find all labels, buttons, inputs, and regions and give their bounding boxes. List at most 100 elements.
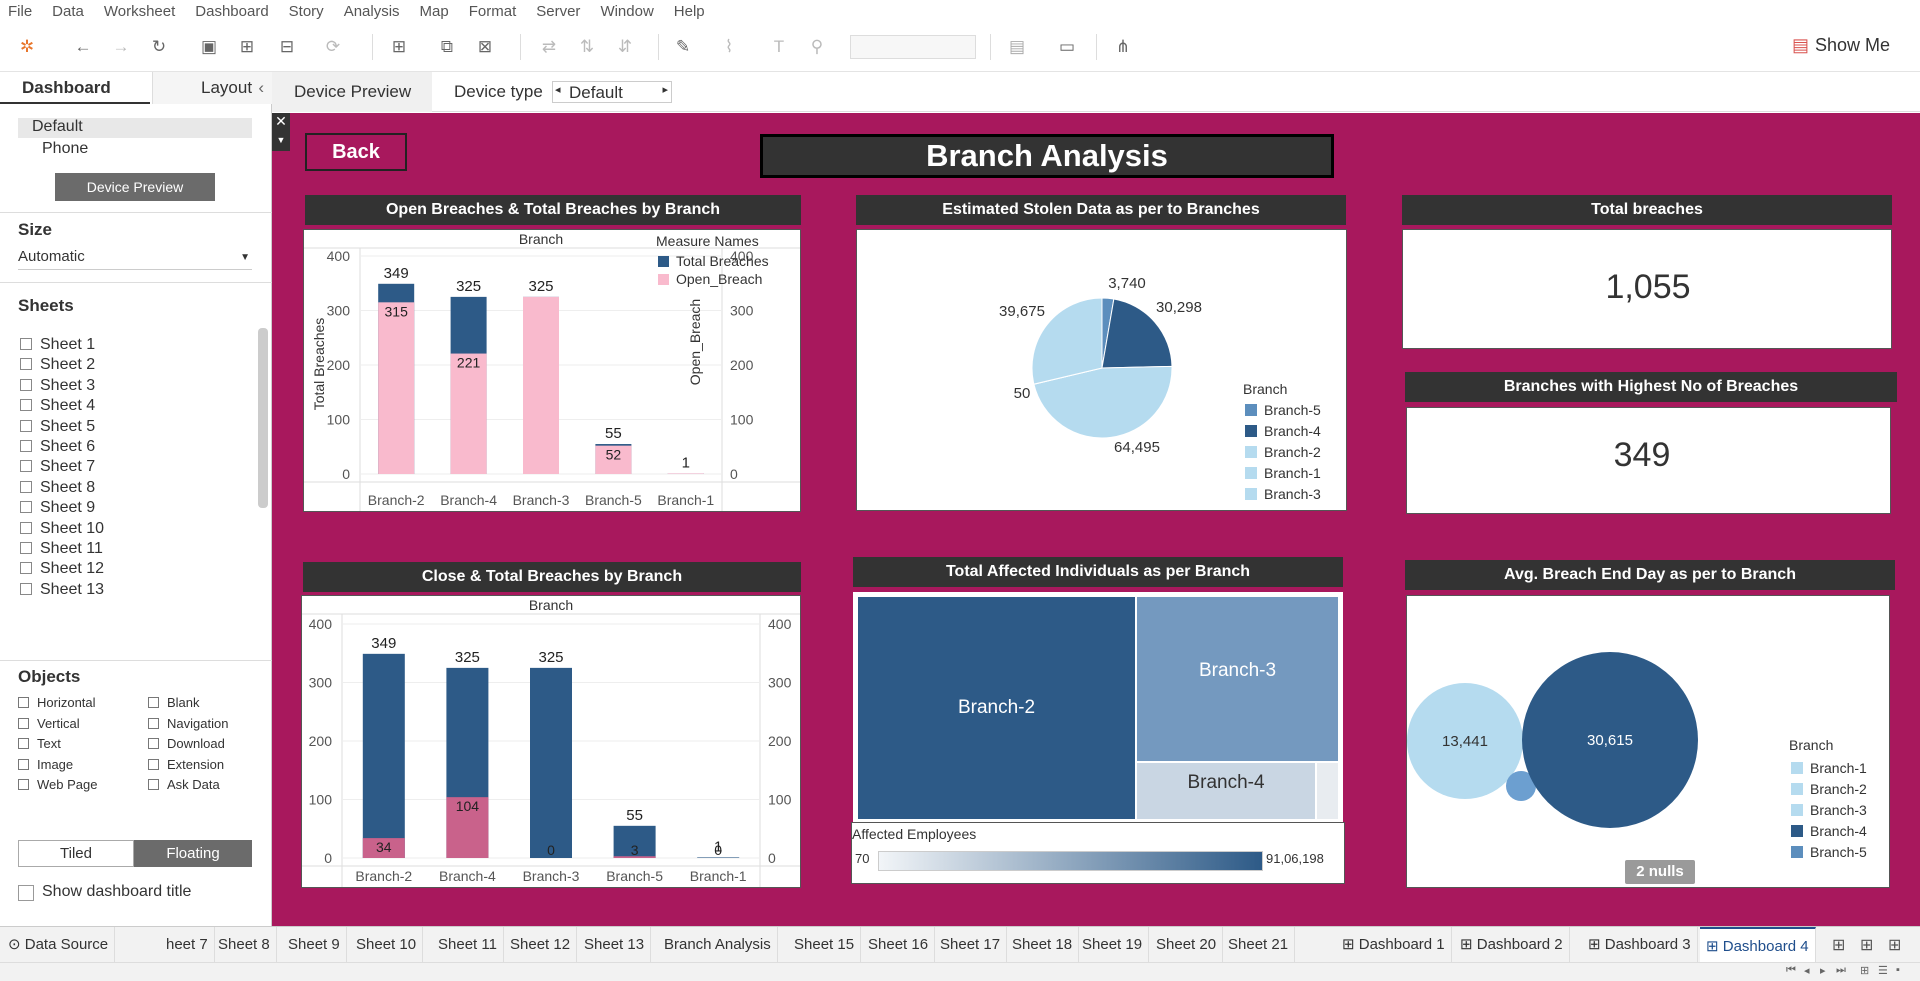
sheet-tab[interactable]: Sheet 12 [504,927,578,963]
back-button[interactable]: Back [305,133,407,171]
grid-view-icon[interactable]: ⊞ [1860,964,1869,977]
sheet-tab[interactable]: Sheet 20 [1150,927,1224,963]
object-item[interactable]: Vertical [18,716,80,731]
sheet-tab[interactable]: ⊞ Dashboard 3 [1582,927,1698,963]
object-item[interactable]: Ask Data [148,777,220,792]
sheet-tab[interactable]: Sheet 8 [212,927,277,963]
show-title-checkbox[interactable] [18,885,34,901]
sheet-tab[interactable]: ⊞ Dashboard 4 [1700,927,1816,963]
nulls-badge[interactable]: 2 nulls [1625,860,1695,884]
label-icon[interactable]: T [768,36,790,58]
menu-item[interactable]: Format [469,3,517,20]
filmstrip-icon[interactable]: ▪ [1896,964,1900,976]
sheet-tab[interactable]: Sheet 21 [1222,927,1296,963]
avg-breach-end-bubble-chart[interactable]: 13,441 30,615 Branch Branch-1 Branch-2 Branch… [1406,595,1890,888]
sheet-item[interactable]: Sheet 6 [20,438,95,456]
menu-item[interactable]: Worksheet [104,3,175,20]
close-icon[interactable]: ✕ ▼ [272,113,290,151]
sort-asc-icon[interactable]: ⇅ [576,36,598,58]
stolen-data-pie-chart[interactable]: 3,740 30,298 64,495 50 39,675 Branch Branch-5 B… [856,229,1347,511]
sheet-tab[interactable]: Sheet 17 [934,927,1008,963]
new-worksheet-tab-icon[interactable]: ⊞ [1832,935,1845,955]
sheet-item[interactable]: Sheet 1 [20,336,95,354]
close-total-breaches-chart[interactable]: Branch 400 400 300 300 200 200 100 100 0 0 349 34 Bra… [301,595,801,888]
device-default[interactable]: Default [18,118,252,138]
undo-icon[interactable]: ← [72,36,94,58]
device-preview-button[interactable]: Device Preview [55,173,215,201]
presentation-icon[interactable]: ▭ [1056,36,1078,58]
object-item[interactable]: Web Page [18,777,97,792]
sheet-item[interactable]: Sheet 7 [20,458,95,476]
menu-item[interactable]: Help [674,3,705,20]
sheet-tab[interactable]: Sheet 16 [862,927,936,963]
menu-item[interactable]: Map [420,3,449,20]
treemap-cell[interactable]: Branch-4 [1137,763,1315,819]
sheet-tab[interactable]: Sheet 18 [1006,927,1080,963]
pause-update-icon[interactable]: ⊟ [276,36,298,58]
nav-next-icon[interactable]: ▸ [1820,964,1826,977]
new-dashboard-tab-icon[interactable]: ⊞ [1860,935,1873,955]
treemap-cell[interactable]: Branch-3 [1137,597,1338,761]
sheet-item[interactable]: Sheet 10 [20,520,104,538]
group-icon[interactable]: ⌇ [718,36,740,58]
sheet-tab[interactable]: ⊞ Dashboard 1 [1336,927,1452,963]
sheet-item[interactable]: Sheet 2 [20,356,95,374]
sheet-item[interactable]: Sheet 4 [20,397,95,415]
device-type-select[interactable]: ◂ Default ▸ [552,81,672,103]
sheet-item[interactable]: Sheet 9 [20,499,95,517]
sheet-tab[interactable]: Sheet 9 [282,927,347,963]
show-labels-icon[interactable]: ▤ [1006,36,1028,58]
show-me-button[interactable]: ▤ Show Me [1792,35,1890,56]
prev-icon[interactable]: ◂ [555,83,561,96]
list-view-icon[interactable]: ☰ [1878,964,1888,977]
sheet-tab[interactable]: Sheet 11 [432,927,504,963]
tableau-logo-icon[interactable]: ✲ [16,36,38,58]
affected-individuals-treemap[interactable]: Branch-2 Branch-3 Branch-4 Affected Empl… [851,592,1345,884]
duplicate-icon[interactable]: ⧉ [436,36,458,58]
sheet-tab[interactable]: Sheet 15 [788,927,862,963]
swap-icon[interactable]: ⇄ [538,36,560,58]
menu-item[interactable]: Dashboard [195,3,268,20]
menu-item[interactable]: Server [536,3,580,20]
caret-down-icon[interactable]: ▼ [277,135,286,145]
refresh-icon[interactable]: ⟳ [322,36,344,58]
sheet-item[interactable]: Sheet 8 [20,479,95,497]
tiled-toggle[interactable]: Tiled [18,840,134,867]
menu-item[interactable]: Story [289,3,324,20]
object-item[interactable]: Download [148,736,225,751]
collapse-icon[interactable]: ‹ [258,72,264,104]
tab-layout[interactable]: Layout ‹ [152,72,272,104]
sheet-item[interactable]: Sheet 3 [20,377,95,395]
sheet-item[interactable]: Sheet 11 [20,540,103,558]
sheet-tab[interactable]: Sheet 10 [350,927,424,963]
tab-dashboard[interactable]: Dashboard [0,72,150,104]
sheet-tab[interactable]: Sheet 19 [1076,927,1150,963]
share-icon[interactable]: ⋔ [1112,36,1134,58]
new-story-tab-icon[interactable]: ⊞ [1888,935,1901,955]
object-item[interactable]: Navigation [148,716,228,731]
menu-item[interactable]: Data [52,3,84,20]
treemap-cell[interactable] [1317,763,1338,819]
new-datasource-icon[interactable]: ⊞ [236,36,258,58]
replay-icon[interactable]: ↻ [148,36,170,58]
pin-icon[interactable]: ⚲ [806,36,828,58]
highest-breaches-card[interactable]: 349 [1406,407,1891,514]
object-item[interactable]: Extension [148,757,224,772]
total-breaches-card[interactable]: 1,055 [1402,229,1892,349]
menu-item[interactable]: Window [600,3,653,20]
sheet-tab[interactable]: ⊞ Dashboard 2 [1454,927,1570,963]
highlight-icon[interactable]: ✎ [672,36,694,58]
sheet-tab[interactable]: Branch Analysis [658,927,778,963]
nav-last-icon[interactable]: ⏭ [1836,964,1846,977]
floating-toggle[interactable]: Floating [134,840,252,867]
menu-item[interactable]: Analysis [344,3,400,20]
sheet-tab[interactable]: Sheet 13 [578,927,652,963]
device-phone[interactable]: Phone [42,140,88,158]
save-icon[interactable]: ▣ [198,36,220,58]
next-icon[interactable]: ▸ [662,83,668,96]
nav-prev-icon[interactable]: ◂ [1804,964,1810,977]
sheet-item[interactable]: Sheet 12 [20,560,104,578]
fit-dropdown[interactable] [850,35,976,59]
redo-icon[interactable]: → [110,36,132,58]
object-item[interactable]: Image [18,757,73,772]
